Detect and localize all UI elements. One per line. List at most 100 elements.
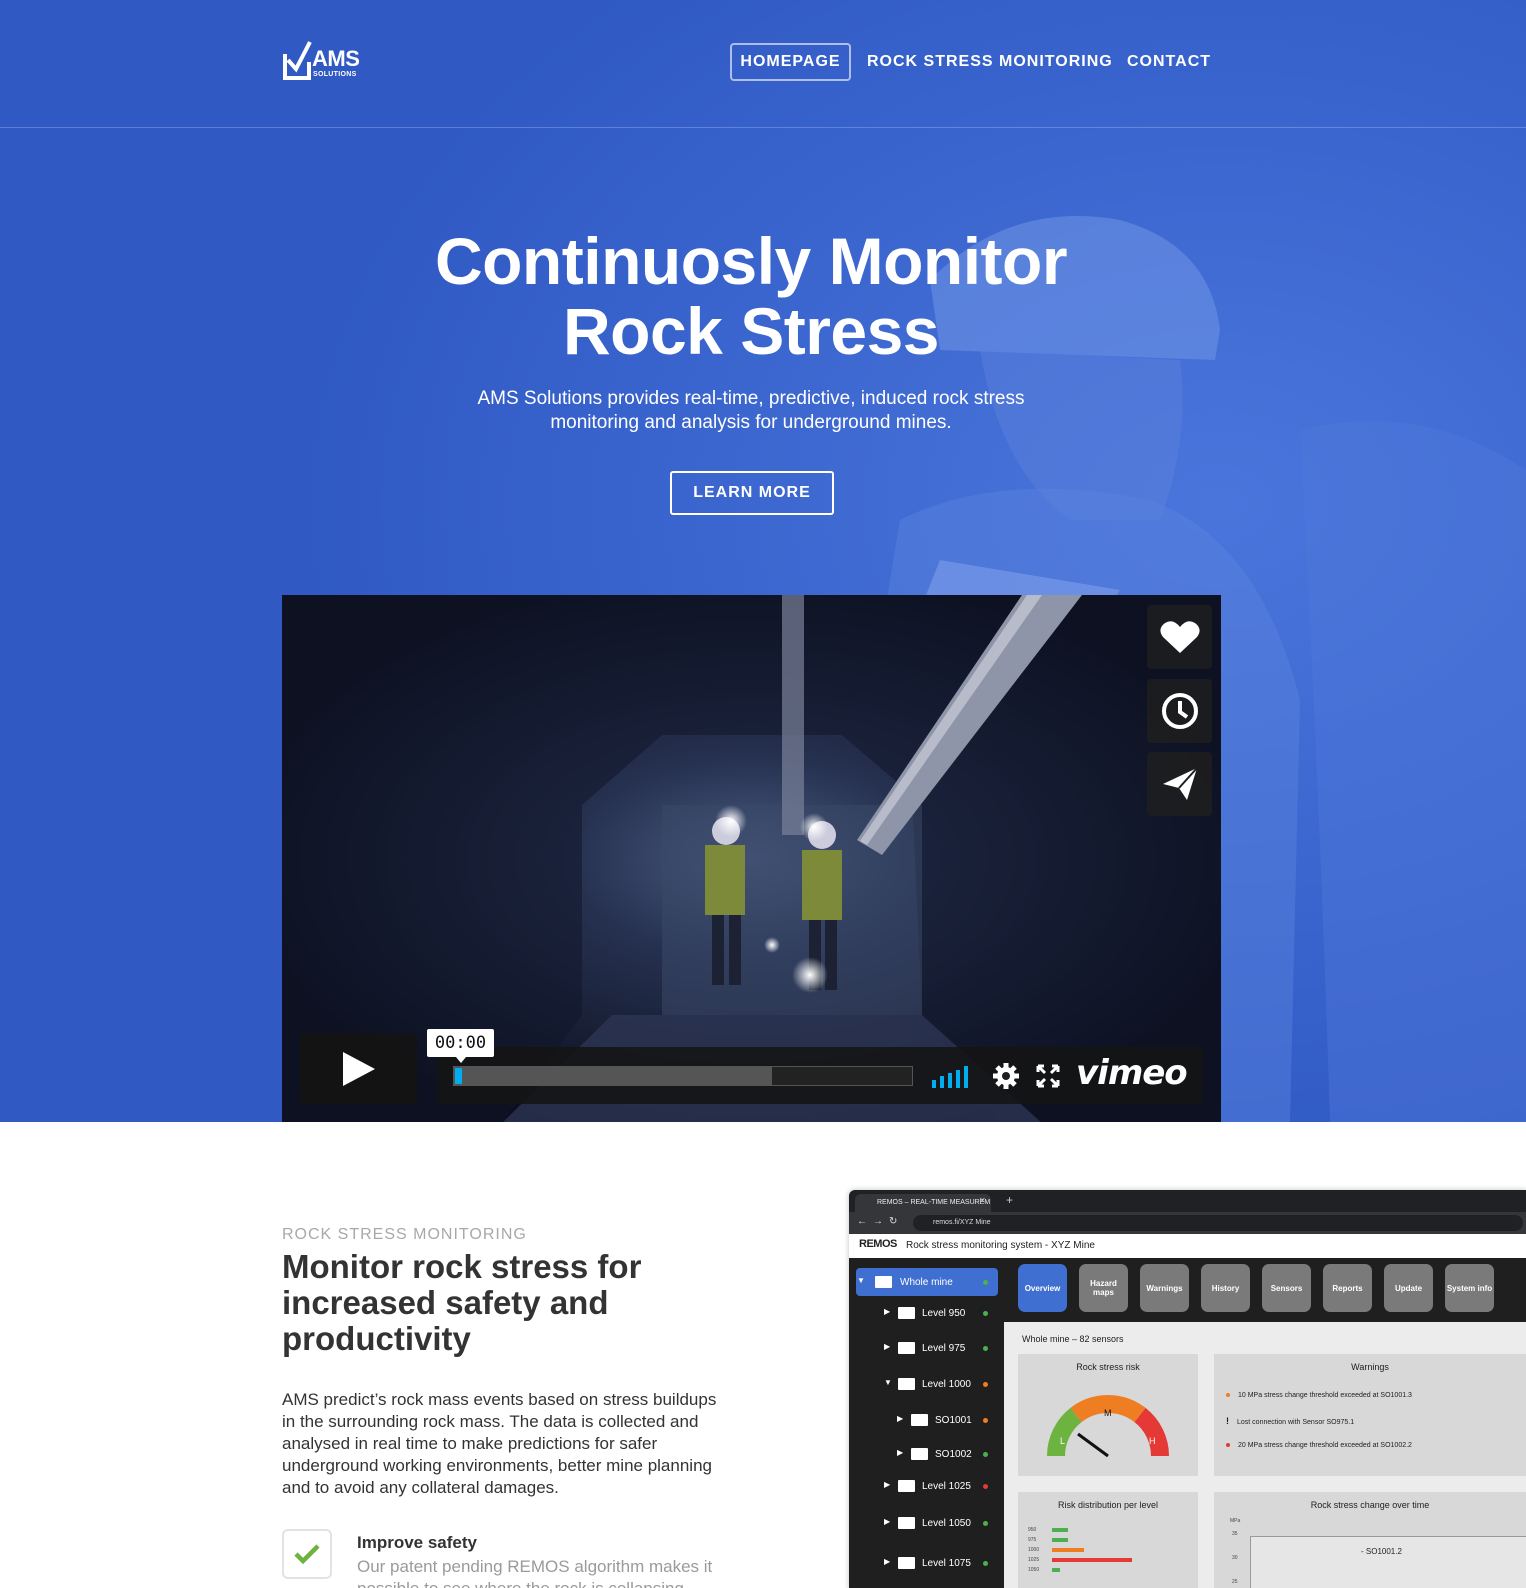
- browser-tab-title: REMOS – REAL-TIME MEASUREM: [877, 1199, 991, 1206]
- ams-logo[interactable]: AMS SOLUTIONS: [282, 40, 366, 84]
- sidebar-item[interactable]: ▶ Level 1025: [849, 1472, 1004, 1500]
- caret-right-icon[interactable]: ▶: [884, 1342, 890, 1351]
- sidebar-item-label: Level 950: [922, 1308, 966, 1319]
- caret-right-icon[interactable]: ▶: [884, 1307, 890, 1316]
- top-navigation: AMS SOLUTIONS HOMEPAGE ROCK STRESS MONIT…: [0, 0, 1526, 128]
- sidebar-item-label: Level 975: [922, 1343, 966, 1354]
- warning-item: ! Lost connection with Sensor SO975.1: [1226, 1416, 1354, 1426]
- caret-right-icon[interactable]: ▶: [897, 1448, 903, 1457]
- caret-right-icon[interactable]: ▶: [884, 1517, 890, 1526]
- distribution-level-label: 1050: [1028, 1567, 1040, 1573]
- watch-later-button[interactable]: [1147, 679, 1212, 743]
- hero-section: AMS SOLUTIONS HOMEPAGE ROCK STRESS MONIT…: [0, 0, 1526, 1122]
- warning-alert-icon: !: [1226, 1416, 1229, 1426]
- fullscreen-icon[interactable]: [1036, 1064, 1060, 1088]
- video-player[interactable]: vimeo 00:00: [282, 595, 1221, 1122]
- sidebar-item-label: Whole mine: [900, 1277, 953, 1288]
- sidebar-item[interactable]: ▼ Level 1000: [849, 1370, 1004, 1398]
- status-dot: [983, 1484, 988, 1489]
- caret-right-icon[interactable]: ▶: [884, 1480, 890, 1489]
- progress-buffered: [454, 1067, 772, 1085]
- share-button[interactable]: [1147, 752, 1212, 816]
- folder-icon: [911, 1448, 928, 1460]
- distribution-bar: [1052, 1568, 1060, 1572]
- status-dot: [983, 1346, 988, 1351]
- settings-gear-icon[interactable]: [992, 1062, 1020, 1090]
- hero-title-line-2: Rock Stress: [562, 294, 940, 368]
- warning-item: 10 MPa stress change threshold exceeded …: [1226, 1392, 1412, 1399]
- feature-description: Our patent pending REMOS algorithm makes…: [357, 1557, 713, 1588]
- section-body: AMS predict’s rock mass events based on …: [282, 1390, 717, 1497]
- folder-icon: [898, 1307, 915, 1319]
- sidebar-item[interactable]: ▶ Level 975: [849, 1334, 1004, 1362]
- app-tab-system-info[interactable]: System info: [1445, 1264, 1494, 1312]
- warning-text: 10 MPa stress change threshold exceeded …: [1238, 1392, 1412, 1399]
- sidebar-item[interactable]: ▼ Whole mine: [849, 1268, 1004, 1296]
- sidebar-item[interactable]: ▶ Level 950: [849, 1299, 1004, 1327]
- sidebar-item-label: SO1002: [935, 1449, 972, 1460]
- status-dot: [983, 1382, 988, 1387]
- section-eyebrow: ROCK STRESS MONITORING: [282, 1226, 527, 1243]
- folder-icon: [898, 1480, 915, 1492]
- sidebar-item[interactable]: ▶ SO1001: [849, 1406, 1004, 1434]
- app-tab-update[interactable]: Update: [1384, 1264, 1433, 1312]
- app-tab-hazard-maps[interactable]: Hazard maps: [1079, 1264, 1128, 1312]
- volume-icon[interactable]: [932, 1064, 976, 1088]
- hero-subtitle-line-1: AMS Solutions provides real-time, predic…: [477, 388, 1025, 409]
- tab-close-icon: ✕: [979, 1196, 986, 1205]
- nav-homepage[interactable]: HOMEPAGE: [730, 43, 851, 81]
- status-dot: [983, 1561, 988, 1566]
- caret-down-icon[interactable]: ▼: [884, 1378, 892, 1387]
- app-tab-bar: Overview Hazard maps Warnings History Sensor…: [1004, 1258, 1526, 1322]
- nav-rock-stress-monitoring[interactable]: ROCK STRESS MONITORING: [867, 43, 1113, 81]
- sidebar-item-label: Level 1025: [922, 1481, 971, 1492]
- sidebar-item[interactable]: ▶ SO1002: [849, 1440, 1004, 1468]
- vimeo-logo[interactable]: vimeo: [1076, 1053, 1188, 1093]
- nav-contact[interactable]: CONTACT: [1127, 43, 1211, 81]
- stress-series-name: SO1001.2: [1365, 1547, 1402, 1556]
- app-tab-sensors[interactable]: Sensors: [1262, 1264, 1311, 1312]
- like-button[interactable]: [1147, 605, 1212, 669]
- risk-panel-title: Rock stress risk: [1076, 1362, 1140, 1372]
- app-tab-reports[interactable]: Reports: [1323, 1264, 1372, 1312]
- warning-item: 20 MPa stress change threshold exceeded …: [1226, 1442, 1412, 1449]
- status-dot: [983, 1418, 988, 1423]
- gauge-label-high: H: [1149, 1436, 1156, 1446]
- status-dot: [983, 1521, 988, 1526]
- app-header-title: Rock stress monitoring system - XYZ Mine: [906, 1240, 1095, 1251]
- play-icon: [342, 1051, 375, 1086]
- progress-bar[interactable]: [453, 1066, 913, 1086]
- distribution-bar: [1052, 1538, 1068, 1542]
- sidebar-item[interactable]: ▶ Level 1075: [849, 1549, 1004, 1577]
- app-tab-history[interactable]: History: [1201, 1264, 1250, 1312]
- app-tab-overview[interactable]: Overview: [1018, 1264, 1067, 1312]
- caret-down-icon[interactable]: ▼: [857, 1276, 865, 1285]
- warnings-panel-title: Warnings: [1351, 1362, 1389, 1372]
- stress-series-label: - SO1001.2: [1361, 1547, 1402, 1556]
- caret-right-icon[interactable]: ▶: [884, 1557, 890, 1566]
- distribution-level-label: 950: [1028, 1527, 1037, 1533]
- status-dot: [983, 1452, 988, 1457]
- feature-title: Improve safety: [357, 1533, 477, 1552]
- stress-tick: 35: [1232, 1531, 1238, 1537]
- app-tab-warnings[interactable]: Warnings: [1140, 1264, 1189, 1312]
- distribution-level-label: 975: [1028, 1537, 1037, 1543]
- folder-icon: [898, 1378, 915, 1390]
- folder-icon: [875, 1276, 892, 1288]
- stress-unit-label: MPa: [1230, 1518, 1241, 1524]
- caret-right-icon[interactable]: ▶: [897, 1414, 903, 1423]
- folder-icon: [898, 1557, 915, 1569]
- sidebar-item[interactable]: ▶ Level 1050: [849, 1509, 1004, 1537]
- check-box-icon: [283, 41, 312, 80]
- folder-icon: [898, 1342, 915, 1354]
- sidebar-item-label: Level 1050: [922, 1518, 971, 1529]
- risk-panel: Rock stress risk L M H: [1018, 1354, 1198, 1476]
- play-button[interactable]: [300, 1033, 417, 1104]
- folder-icon: [898, 1517, 915, 1529]
- heart-icon: [1159, 621, 1200, 653]
- sidebar-item-label: Level 1000: [922, 1379, 971, 1390]
- distribution-panel-title: Risk distribution per level: [1057, 1500, 1159, 1510]
- learn-more-button[interactable]: LEARN MORE: [670, 471, 834, 515]
- warning-dot: [1226, 1443, 1230, 1448]
- hero-subtitle-line-2: monitoring and analysis for underground …: [550, 412, 952, 433]
